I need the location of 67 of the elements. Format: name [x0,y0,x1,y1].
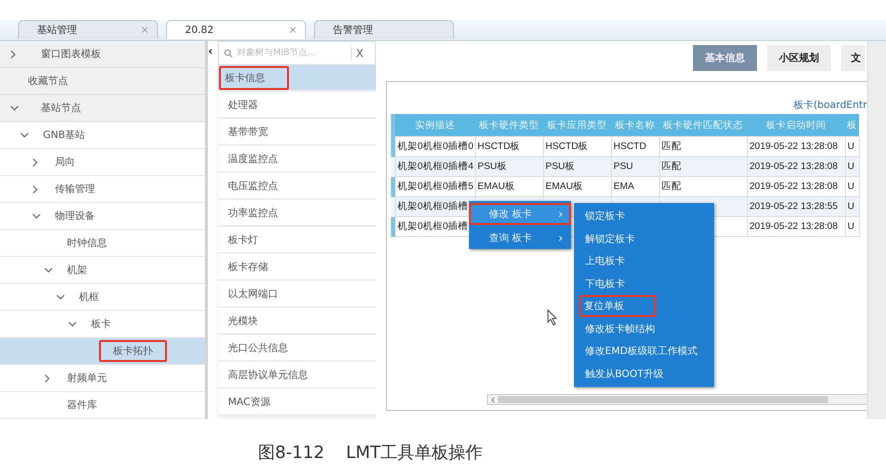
menu-item[interactable]: 修改EMD板级联工作模式 [574,340,714,362]
table-title: 板卡(boardEntr [794,98,867,112]
column-header: 板卡启动时间 [747,114,845,136]
tree-item[interactable]: 板卡 [87,315,115,333]
table-cell: EMAU板 [543,176,611,196]
tree-item[interactable]: 机框 [75,288,103,306]
menu-item[interactable]: 修改板卡帧结构 [574,318,714,340]
table-cell: 机架0机框0插槽0 [395,136,475,156]
tab[interactable]: 告警管理 [314,20,454,39]
scroll-left-icon[interactable] [491,396,495,402]
menu-item[interactable]: 触发从BOOT升级 [574,362,714,385]
column-header: 板 [845,114,859,136]
tree-item[interactable]: 局向 [51,153,79,171]
collapse-button[interactable]: ‹ [208,45,213,57]
list-item[interactable]: 光模块 [224,312,262,330]
table-cell: HSCTD板 [543,136,611,156]
column-header: 实例描述 [395,114,475,136]
menu-item[interactable]: 上电板卡 [574,250,714,272]
table-cell: U [845,136,859,156]
tree-item[interactable]: 基站节点 [37,99,85,117]
table-cell: 匹配 [659,156,747,176]
tree-item[interactable]: 板卡拓扑 [99,340,167,362]
clear-button[interactable]: X [351,46,364,60]
vertical-scrollbar[interactable] [867,41,886,419]
table-cell: 2019-05-22 13:28:08 [747,216,845,236]
tab[interactable]: 20.82 × [166,20,306,39]
menu-item[interactable]: 解锁定板卡 [574,228,714,250]
table-cell: EMA [611,176,659,196]
tree-item[interactable]: 物理设备 [51,207,99,225]
tree-item[interactable]: 收藏节点 [24,72,72,90]
table-cell: 匹配 [659,176,747,196]
column-header: 板卡应用类型 [543,114,611,136]
menu-item[interactable]: 锁定板卡 [574,205,714,228]
tree-item[interactable]: 传输管理 [51,180,99,198]
list-item[interactable]: 处理器 [224,96,262,114]
search-icon [224,48,233,58]
table-cell: PSU板 [543,156,611,176]
figure-caption: 图8-112 LMT工具单板操作 [257,442,484,464]
tree-item[interactable]: GNB基站 [39,126,90,144]
tab[interactable]: 基站管理 × [18,20,158,39]
tab[interactable]: 小区规划 [767,45,831,71]
table-cell: 匹配 [659,136,747,156]
table-cell: 2019-05-22 13:28:08 [747,156,845,176]
tree-item[interactable]: 时钟信息 [63,234,111,252]
tree-item[interactable]: 射频单元 [63,369,111,387]
column-header: 板卡名称 [611,114,659,136]
list-item[interactable]: 板卡信息 [219,66,289,90]
table-cell: 2019-05-22 13:28:08 [747,176,845,196]
table-cell: 2019-05-22 13:28:08 [747,136,845,156]
table-cell: 2019-05-22 13:28:55 [747,196,845,216]
table-cell: 机架0机框0插槽5 [395,176,475,196]
column-header: 板卡硬件类型 [475,114,543,136]
menu-item[interactable]: 下电板卡 [574,272,714,295]
table-cell: 机架0机框0插槽 [395,196,475,216]
table-cell: PSU [611,156,659,176]
table-cell: HSCTD板 [475,136,543,156]
table-cell: PSU板 [475,156,543,176]
tree-item[interactable]: 器件库 [63,396,101,414]
list-item[interactable]: 板卡灯 [224,230,262,248]
tab[interactable]: 文 [841,45,865,71]
horizontal-scrollbar[interactable] [487,394,867,405]
table-cell: 机架0机框0插槽4 [395,156,475,176]
tree-item[interactable]: 机架 [63,261,91,279]
cursor-icon [547,309,558,326]
table-cell: EMAU板 [475,176,543,196]
column-header: 板卡硬件匹配状态 [659,114,747,136]
table-cell: HSCTD [611,136,659,156]
